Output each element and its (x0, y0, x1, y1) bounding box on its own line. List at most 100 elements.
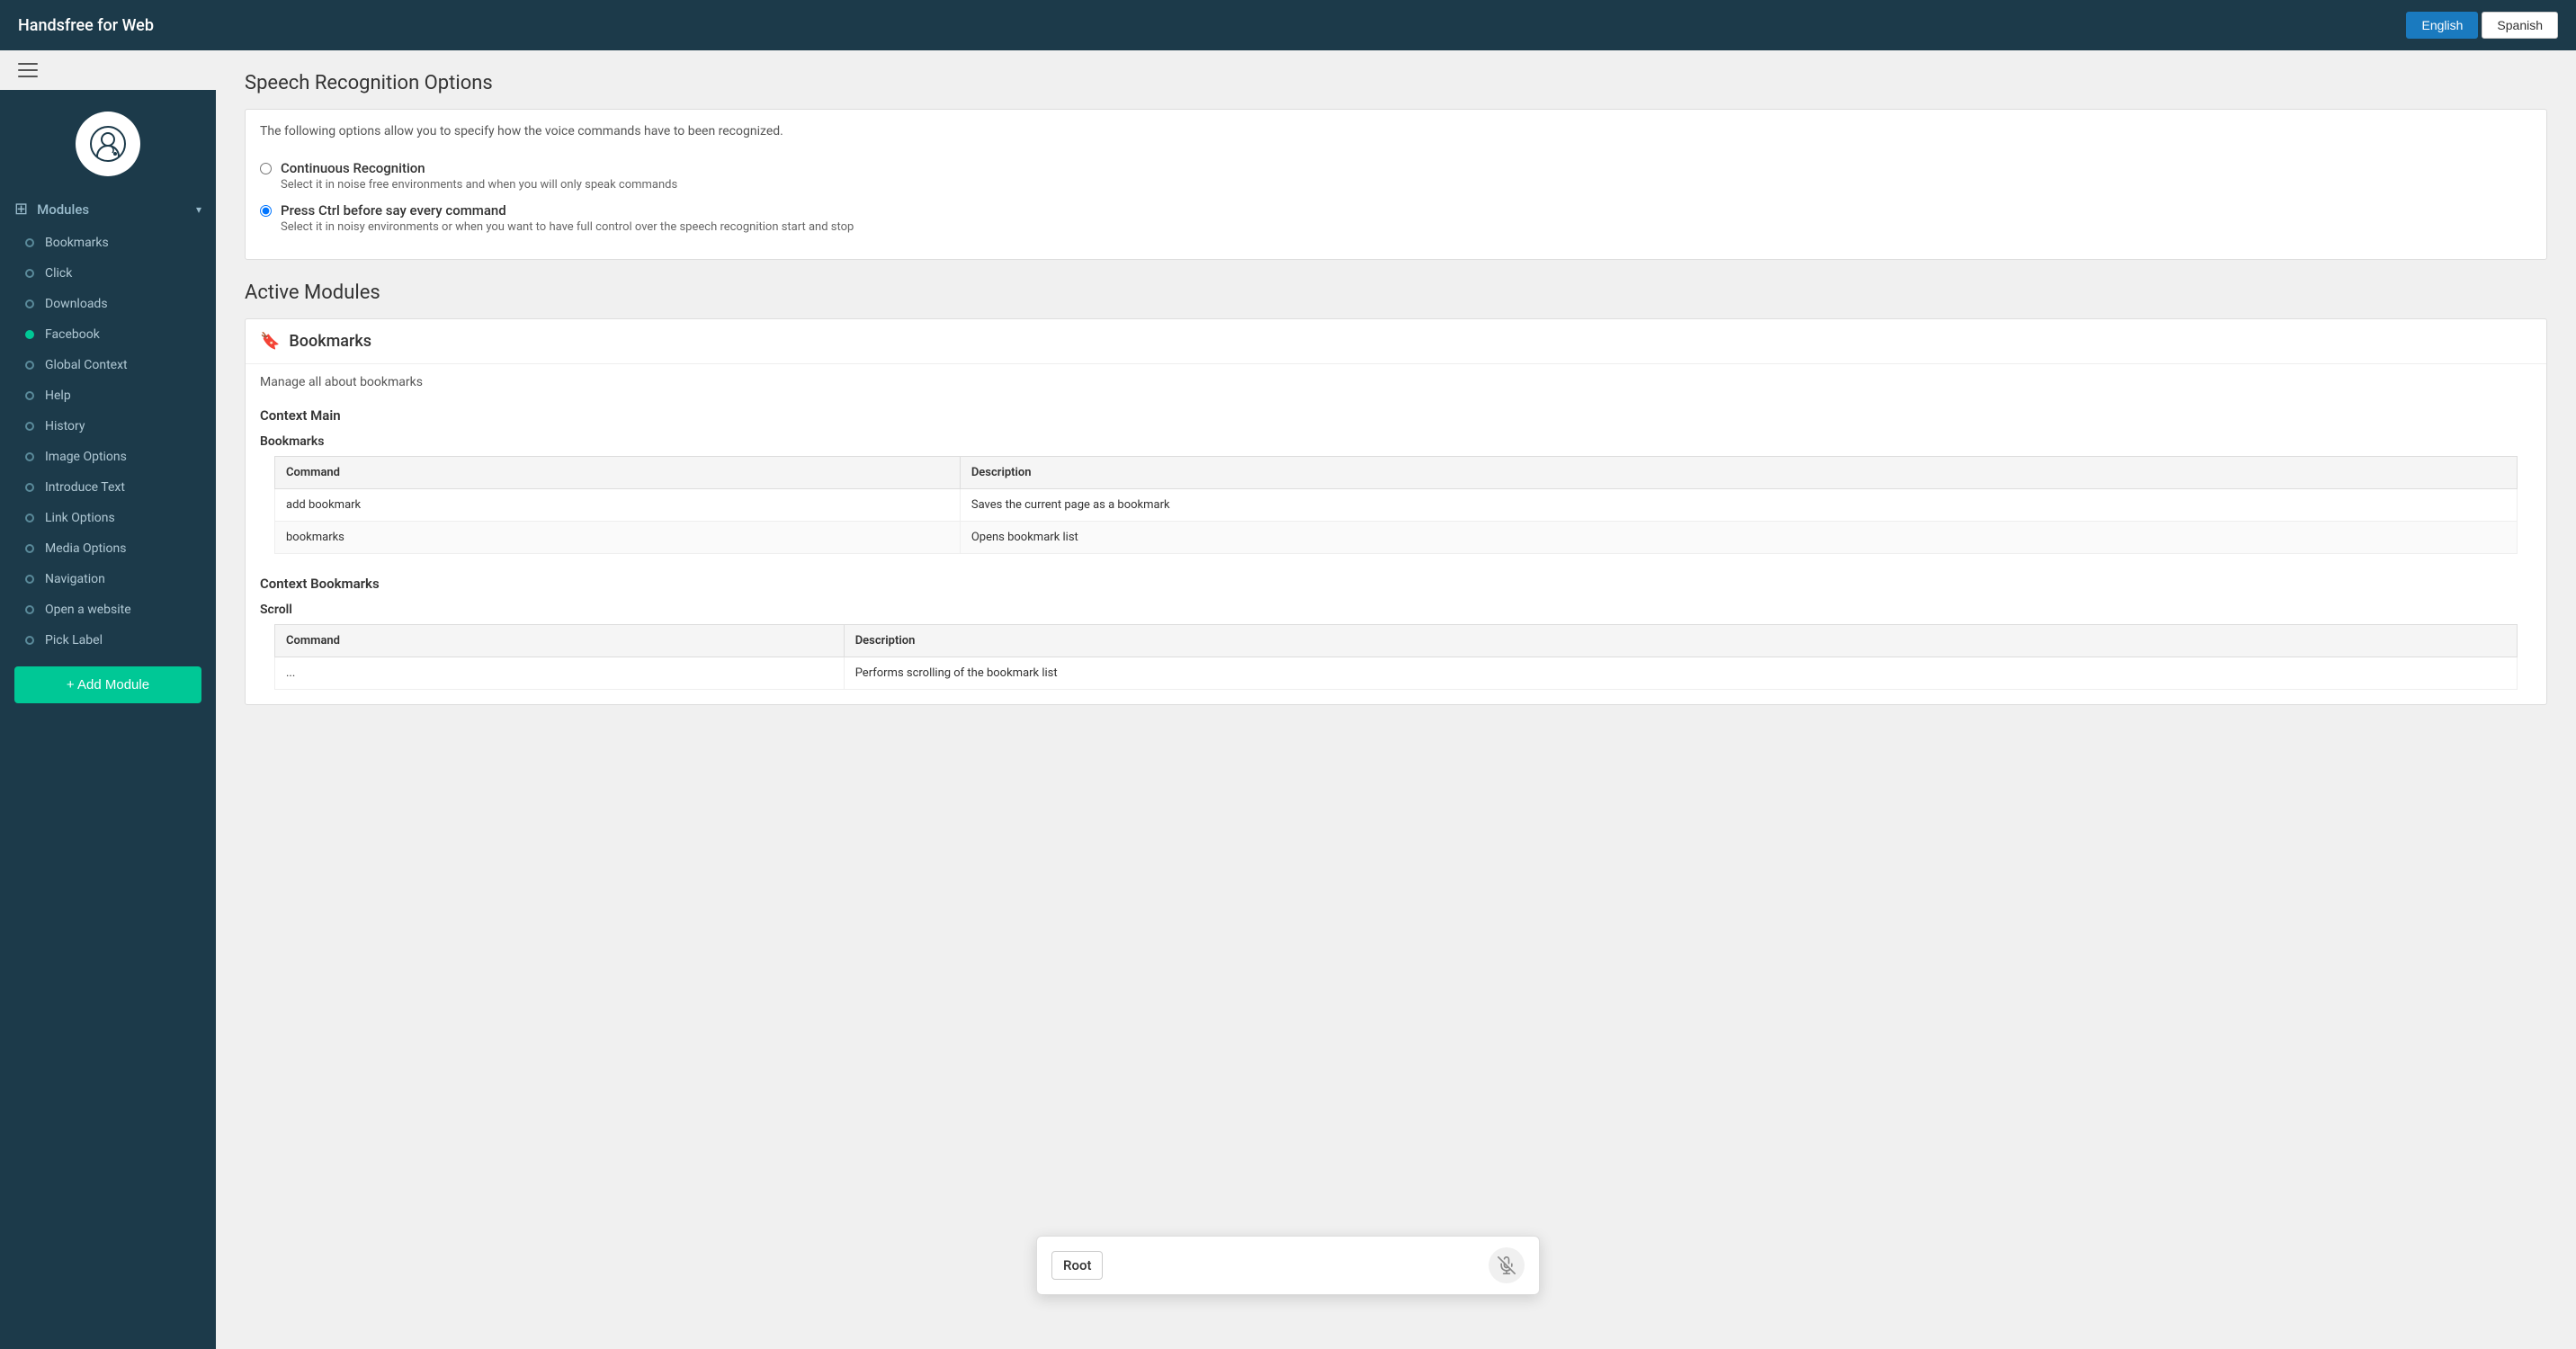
voice-root-tag: Root (1051, 1251, 1103, 1280)
table-row: bookmarks Opens bookmark list (275, 522, 2518, 554)
sidebar-item-image-options[interactable]: Image Options (0, 442, 216, 472)
sidebar-dot-open-website (25, 605, 34, 614)
sidebar-dot-navigation (25, 575, 34, 584)
radio-press-ctrl: Press Ctrl before say every command Sele… (260, 202, 2532, 234)
sidebar-item-link-options[interactable]: Link Options (0, 503, 216, 533)
hamburger-line-3 (18, 76, 38, 77)
col-command-2: Command (275, 625, 845, 657)
sidebar-item-introduce-text[interactable]: Introduce Text (0, 472, 216, 503)
speech-recognition-title: Speech Recognition Options (245, 72, 2547, 94)
content-inner: Speech Recognition Options The following… (216, 50, 2576, 741)
radio-press-ctrl-sublabel: Select it in noisy environments or when … (281, 220, 854, 234)
app-header: Handsfree for Web English Spanish (0, 0, 2576, 50)
sidebar-dot-help (25, 391, 34, 400)
sidebar-item-global-context[interactable]: Global Context (0, 350, 216, 380)
sidebar-item-facebook[interactable]: Facebook (0, 319, 216, 350)
table-row: ... Performs scrolling of the bookmark l… (275, 657, 2518, 690)
sidebar-dot-pick-label (25, 636, 34, 645)
sidebar: ⊞ Modules ▾ Bookmarks Click Downloads Faceb… (0, 50, 216, 1349)
sidebar-item-open-website[interactable]: Open a website (0, 594, 216, 625)
voice-text-input[interactable] (1114, 1258, 1478, 1273)
app-title: Handsfree for Web (18, 16, 154, 35)
radio-press-ctrl-labels: Press Ctrl before say every command Sele… (281, 202, 854, 234)
sidebar-item-help[interactable]: Help (0, 380, 216, 411)
bookmarks-card-title: Bookmarks (289, 332, 371, 351)
sidebar-hamburger-area (0, 50, 216, 90)
hamburger-line-1 (18, 63, 38, 65)
sidebar-label-navigation: Navigation (45, 572, 105, 586)
voice-mic-button[interactable] (1489, 1247, 1525, 1283)
english-lang-button[interactable]: English (2406, 12, 2478, 39)
radio-continuous-sublabel: Select it in noise free environments and… (281, 178, 677, 192)
desc-bookmarks: Opens bookmark list (960, 522, 2517, 554)
radio-continuous-input[interactable] (260, 163, 272, 174)
sidebar-item-click[interactable]: Click (0, 258, 216, 289)
sidebar-label-open-website: Open a website (45, 603, 131, 617)
app-container: Handsfree for Web English Spanish (0, 0, 2576, 1349)
bookmarks-icon: 🔖 (260, 332, 280, 351)
sidebar-items-list: Bookmarks Click Downloads Facebook Global Co… (0, 228, 216, 656)
bookmarks-card-description: Manage all about bookmarks (246, 364, 2546, 400)
sidebar-dot-facebook (25, 330, 34, 339)
sidebar-item-pick-label[interactable]: Pick Label (0, 625, 216, 656)
sidebar-dot-click (25, 269, 34, 278)
spanish-lang-button[interactable]: Spanish (2482, 12, 2558, 39)
context-bookmarks-title: Context Bookmarks (246, 568, 2546, 599)
active-modules-title: Active Modules (245, 281, 2547, 304)
radio-continuous-labels: Continuous Recognition Select it in nois… (281, 160, 677, 192)
context-main-subtitle: Bookmarks (246, 431, 2546, 456)
sidebar-label-history: History (45, 419, 85, 433)
radio-press-ctrl-input[interactable] (260, 205, 272, 217)
speech-recognition-options: Continuous Recognition Select it in nois… (246, 153, 2546, 259)
modules-icon: ⊞ (14, 200, 28, 219)
cmd-scroll: ... (275, 657, 845, 690)
sidebar-label-help: Help (45, 389, 71, 403)
context-bookmarks-table-wrapper: Command Description ... Performs scrolli… (246, 624, 2546, 704)
sidebar-label-bookmarks: Bookmarks (45, 236, 109, 250)
desc-scroll: Performs scrolling of the bookmark list (844, 657, 2517, 690)
sidebar-item-bookmarks[interactable]: Bookmarks (0, 228, 216, 258)
speech-recognition-description: The following options allow you to speci… (246, 110, 2546, 153)
sidebar-item-history[interactable]: History (0, 411, 216, 442)
sidebar-label-facebook: Facebook (45, 327, 100, 342)
speech-recognition-box: The following options allow you to speci… (245, 109, 2547, 260)
language-switcher: English Spanish (2406, 12, 2558, 39)
desc-add-bookmark: Saves the current page as a bookmark (960, 489, 2517, 522)
modules-label: Modules (37, 201, 89, 218)
voice-input-overlay: Root (1036, 1236, 1540, 1295)
sidebar-dot-media-options (25, 544, 34, 553)
avatar (76, 112, 140, 176)
cmd-bookmarks: bookmarks (275, 522, 961, 554)
hamburger-menu-button[interactable] (18, 63, 38, 77)
table-row: add bookmark Saves the current page as a… (275, 489, 2518, 522)
sidebar-item-downloads[interactable]: Downloads (0, 289, 216, 319)
sidebar-dot-downloads (25, 299, 34, 308)
cmd-add-bookmark: add bookmark (275, 489, 961, 522)
sidebar-avatar-area (0, 90, 216, 191)
sidebar-dot-history (25, 422, 34, 431)
sidebar-modules-header[interactable]: ⊞ Modules ▾ (0, 191, 216, 228)
col-description-2: Description (844, 625, 2517, 657)
sidebar-item-navigation[interactable]: Navigation (0, 564, 216, 594)
sidebar-label-global-context: Global Context (45, 358, 128, 372)
sidebar-dot-bookmarks (25, 238, 34, 247)
sidebar-dot-introduce-text (25, 483, 34, 492)
modules-chevron-icon: ▾ (196, 203, 201, 216)
hamburger-line-2 (18, 69, 38, 71)
sidebar-label-introduce-text: Introduce Text (45, 480, 125, 495)
context-main-table-wrapper: Command Description add bookmark Saves t… (246, 456, 2546, 568)
radio-continuous: Continuous Recognition Select it in nois… (260, 160, 2532, 192)
sidebar-label-pick-label: Pick Label (45, 633, 103, 648)
sidebar-dot-image-options (25, 452, 34, 461)
sidebar-dot-link-options (25, 514, 34, 523)
main-content: Speech Recognition Options The following… (216, 50, 2576, 1349)
sidebar-label-click: Click (45, 266, 72, 281)
sidebar-dot-global-context (25, 361, 34, 370)
radio-continuous-label: Continuous Recognition (281, 160, 677, 176)
sidebar-item-media-options[interactable]: Media Options (0, 533, 216, 564)
radio-press-ctrl-label: Press Ctrl before say every command (281, 202, 854, 219)
sidebar-label-media-options: Media Options (45, 541, 126, 556)
context-bookmarks-table: Command Description ... Performs scrolli… (274, 624, 2518, 690)
add-module-button[interactable]: + Add Module (14, 666, 201, 703)
bookmarks-module-card: 🔖 Bookmarks Manage all about bookmarks C… (245, 318, 2547, 705)
